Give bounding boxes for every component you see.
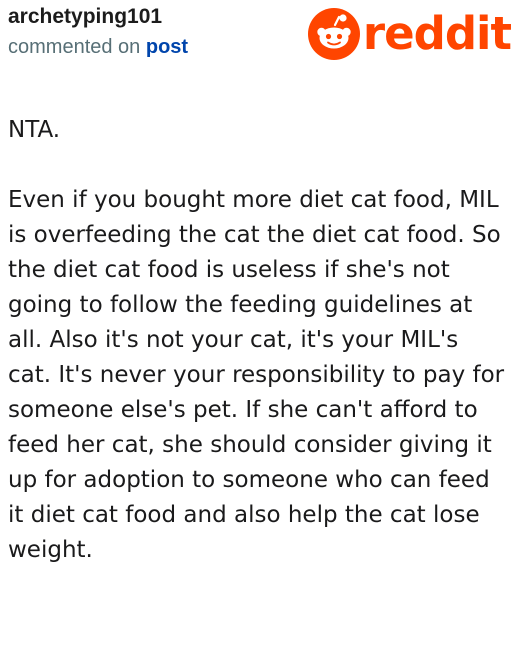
comment-meta: archetyping101 commented on post bbox=[8, 4, 188, 61]
post-link[interactable]: post bbox=[146, 36, 188, 58]
comment-action-line: commented on post bbox=[8, 33, 188, 61]
username-link[interactable]: archetyping101 bbox=[8, 4, 188, 30]
reddit-wordmark: reddit bbox=[362, 7, 512, 60]
comment-paragraph: NTA. bbox=[8, 117, 61, 143]
comment-paragraph: Even if you bought more diet cat food, M… bbox=[8, 187, 505, 563]
reddit-logo[interactable]: reddit bbox=[307, 4, 512, 64]
comment-body: NTA. Even if you bought more diet cat fo… bbox=[8, 113, 508, 568]
action-text: commented on bbox=[8, 36, 141, 58]
comment-header: archetyping101 commented on post reddit bbox=[8, 4, 512, 66]
reddit-alien-icon bbox=[307, 8, 360, 60]
